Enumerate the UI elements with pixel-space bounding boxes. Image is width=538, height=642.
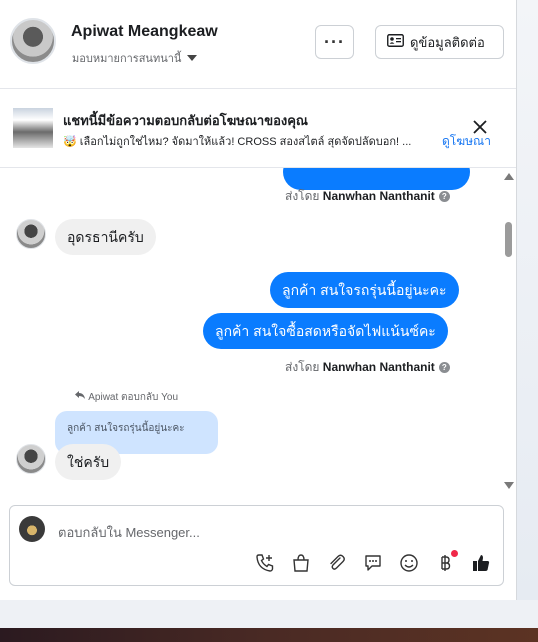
avatar[interactable] [10, 18, 56, 64]
view-contact-info-button[interactable]: ดูข้อมูลติดต่อ [375, 25, 504, 59]
page-avatar [19, 516, 45, 542]
chevron-down-icon [187, 55, 198, 61]
message-bubble-incoming[interactable]: ใช่ครับ [55, 444, 122, 480]
reply-arrow-icon [74, 391, 88, 403]
sent-by-prefix: ส่งโดย [285, 189, 320, 203]
taskbar [0, 628, 538, 642]
notification-dot [451, 550, 458, 557]
contact-info-label: ดูข้อมูลติดต่อ [410, 34, 485, 50]
scrollbar-thumb[interactable] [505, 222, 512, 257]
help-icon[interactable]: ? [438, 362, 450, 373]
sent-by-label: ส่งโดย Nanwhan Nanthanit? [285, 187, 450, 206]
conversation-header: Apiwat Meangkeaw มอบหมายการสนทนานี้ ··· … [0, 0, 516, 89]
assign-label: มอบหมายการสนทนานี้ [72, 53, 182, 65]
reply-indicator: Apiwat ตอบกลับ You [74, 390, 178, 405]
thumbs-up-icon[interactable] [470, 552, 492, 574]
ad-banner-description: 🤯 เลือกไม่ถูกใช่ไหม? จัดมาให้แล้ว! CROSS… [63, 136, 412, 148]
reply-input[interactable]: ตอบกลับใน Messenger... [58, 522, 200, 543]
ad-banner-title: แชทนี้มีข้อความตอบกลับต่อโฆษณาของคุณ [63, 113, 308, 128]
chat-bubble-icon[interactable] [362, 552, 384, 574]
paperclip-icon[interactable] [326, 552, 348, 574]
ad-reply-banner: แชทนี้มีข้อความตอบกลับต่อโฆษณาของคุณ 🤯 เ… [0, 89, 516, 168]
message-thread[interactable]: ส่งโดย Nanwhan Nanthanit? อุดรธานีครับ ล… [0, 168, 516, 492]
message-composer: ตอบกลับใน Messenger... [9, 505, 504, 586]
avatar[interactable] [16, 444, 46, 474]
sent-by-name: Nanwhan Nanthanit [322, 360, 435, 374]
assign-conversation-dropdown[interactable]: มอบหมายการสนทนานี้ [72, 49, 198, 67]
scroll-down-arrow-icon[interactable] [504, 482, 514, 489]
shopping-bag-icon[interactable] [290, 552, 312, 574]
message-bubble-outgoing[interactable]: ลูกค้า สนใจซื้อสดหรือจัดไฟแน้นซ์คะ [203, 313, 448, 349]
message-bubble-incoming[interactable]: อุดรธานีครับ [55, 219, 156, 255]
phone-plus-icon[interactable] [254, 552, 276, 574]
scrollbar[interactable] [503, 168, 515, 492]
contact-name[interactable]: Apiwat Meangkeaw [71, 23, 218, 41]
sent-by-label: ส่งโดย Nanwhan Nanthanit? [285, 358, 450, 377]
emoji-icon[interactable] [398, 552, 420, 574]
avatar[interactable] [16, 219, 46, 249]
message-bubble-outgoing[interactable]: ลูกค้า สนใจรถรุ่นนี้อยู่นะคะ [270, 272, 459, 308]
ad-thumbnail[interactable] [13, 108, 53, 148]
scroll-up-arrow-icon[interactable] [504, 173, 514, 180]
sent-by-prefix: ส่งโดย [285, 360, 320, 374]
background-strip [517, 0, 538, 600]
contact-card-icon [387, 34, 404, 50]
reply-note-text: Apiwat ตอบกลับ You [88, 392, 179, 403]
chat-panel: Apiwat Meangkeaw มอบหมายการสนทนานี้ ··· … [0, 0, 517, 600]
close-icon[interactable] [472, 119, 488, 135]
sent-by-name: Nanwhan Nanthanit [322, 189, 435, 203]
more-options-button[interactable]: ··· [315, 25, 354, 59]
help-icon[interactable]: ? [438, 191, 450, 202]
